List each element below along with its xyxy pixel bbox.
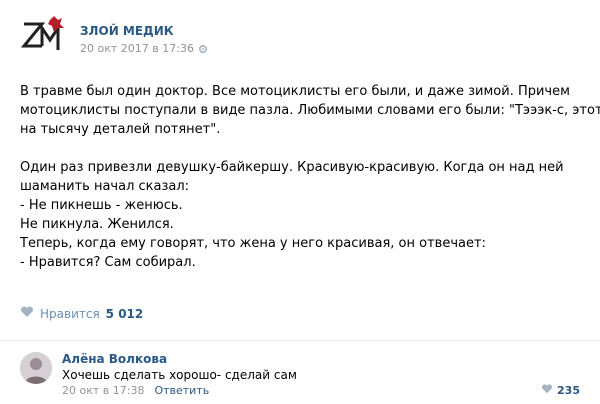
comments-divider <box>0 340 600 341</box>
reply-button[interactable]: Ответить <box>154 384 209 397</box>
comment-text: Хочешь сделать хорошо- сделай сам <box>62 368 297 382</box>
post-text-line: Один раз привезли девушку-байкершу. Крас… <box>20 160 564 175</box>
gear-icon[interactable] <box>198 44 208 54</box>
post-meta: 20 окт 2017 в 17:36 <box>80 42 208 55</box>
like-count: 5 012 <box>105 306 144 321</box>
comment-like-button[interactable]: 235 <box>541 384 580 397</box>
post-text-line: В травме был один доктор. Все мотоциклис… <box>20 84 570 99</box>
post-text-line: - Нравится? Сам собирал. <box>20 255 196 270</box>
like-button[interactable]: Нравится 5 012 <box>20 306 143 321</box>
post-text-line: на тысячу деталей потянет". <box>20 122 221 137</box>
post-header: ЗЛОЙ МЕДИК 20 окт 2017 в 17:36 <box>20 14 580 58</box>
zm-logo-icon[interactable] <box>20 14 66 58</box>
post-text-line: - Не пикнешь - женюсь. <box>20 198 183 213</box>
heart-icon <box>541 384 553 397</box>
post-text-line: шаманить начал сказал: <box>20 179 190 194</box>
post-text-line: мотоциклисты поступали в виде пазла. Люб… <box>20 103 600 118</box>
comment-date[interactable]: 20 окт в 17:38 <box>62 384 144 397</box>
comment-author-link[interactable]: Алёна Волкова <box>62 352 167 366</box>
user-avatar[interactable] <box>20 352 52 384</box>
heart-icon <box>20 306 34 321</box>
post-text-gap <box>20 139 580 158</box>
post-text-line: Не пикнула. Женился. <box>20 217 174 232</box>
post-text: В травме был один доктор. Все мотоциклис… <box>20 82 600 272</box>
post-text-line: Теперь, когда ему говорят, что жена у не… <box>20 236 486 251</box>
like-label: Нравится <box>40 306 100 321</box>
post-date[interactable]: 20 окт 2017 в 17:36 <box>80 42 194 55</box>
comment-like-count: 235 <box>557 384 580 397</box>
comment-meta: 20 окт в 17:38 Ответить <box>62 384 209 397</box>
post-author-link[interactable]: ЗЛОЙ МЕДИК <box>80 24 174 38</box>
comment: Алёна Волкова Хочешь сделать хорошо- сде… <box>20 346 580 402</box>
